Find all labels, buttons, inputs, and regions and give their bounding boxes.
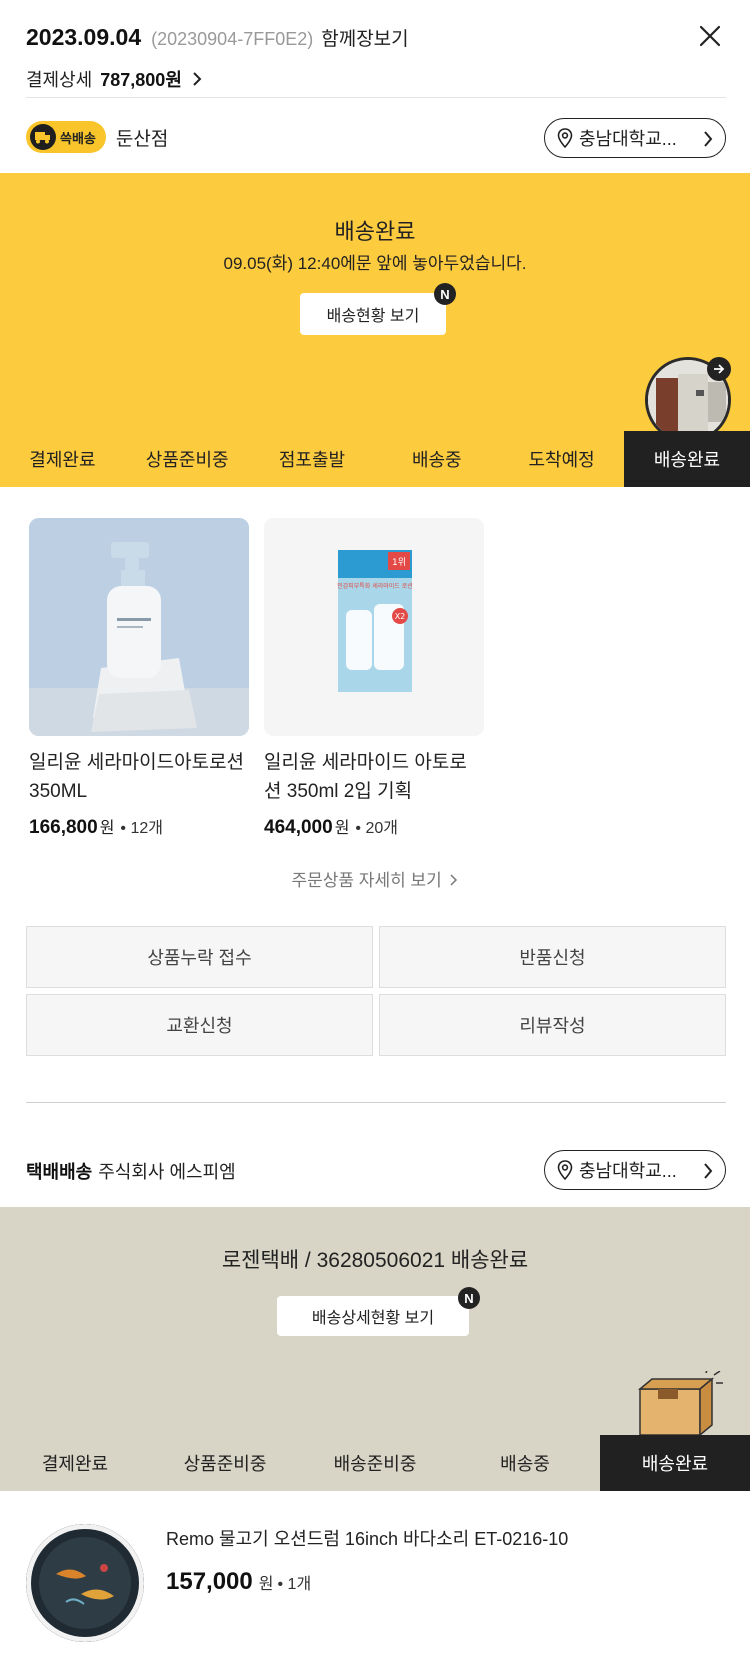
product-card[interactable]: 1위 민감피부특화 세라마이드 로션 X2 일리윤 세라마이드 아토로션 350… — [264, 518, 484, 839]
payment-detail-link[interactable]: 결제상세 787,800원 — [26, 66, 202, 92]
product-image[interactable]: 1위 민감피부특화 세라마이드 로션 X2 — [264, 518, 484, 736]
parcel-tracking-info: 로젠택배 / 36280506021 배송완료 — [221, 1249, 529, 1272]
location-pin-icon — [557, 1160, 573, 1180]
product-price-unit: 원 — [334, 820, 350, 837]
step-delivered: 배송완료 — [600, 1435, 750, 1491]
shared-cart-link[interactable]: 함께장보기 — [321, 24, 408, 51]
product-name: 일리윤 세라마이드아토로션350ML — [29, 752, 245, 802]
parcel-item-price-value: 157,000 — [166, 1568, 253, 1595]
address-label: 충남대학교... — [579, 129, 677, 149]
payment-amount: 787,800원 — [100, 70, 182, 90]
parcel-company: 주식회사 에스피엠 — [98, 1162, 236, 1182]
write-review-button[interactable]: 리뷰작성 — [379, 994, 726, 1056]
step-payment-complete: 결제완료 — [41, 1454, 109, 1474]
section-divider — [26, 1102, 726, 1103]
track-delivery-button[interactable]: 배송현황 보기 — [300, 293, 446, 335]
step-delivered: 배송완료 — [623, 431, 750, 487]
store-name: 둔산점 — [115, 128, 169, 150]
delivery-steps: 결제완료 상품준비중 점포출발 배송중 도착예정 배송완료 — [0, 431, 750, 487]
parcel-item-price-unit: 원 — [258, 1576, 274, 1593]
arrow-right-icon[interactable] — [707, 357, 731, 381]
order-date: 2023.09.04 — [26, 24, 142, 50]
exchange-request-button[interactable]: 교환신청 — [26, 994, 373, 1056]
step-payment-complete: 결제완료 — [29, 450, 96, 470]
product-box-badge: X2 — [395, 612, 406, 621]
order-code: (20230904-7FF0E2) — [151, 29, 314, 49]
quick-delivery-label: 쓱배송 — [60, 130, 96, 146]
step-arrival-expected: 도착예정 — [528, 450, 595, 470]
delivery-status-title: 배송완료 — [334, 219, 416, 244]
quick-delivery-badge: 쓱배송 — [26, 121, 106, 153]
product-price-value: 464,000 — [264, 817, 333, 838]
chevron-right-icon — [704, 1163, 713, 1179]
parcel-item-image[interactable] — [26, 1524, 144, 1642]
step-in-transit: 배송중 — [411, 450, 462, 470]
chevron-right-icon — [450, 874, 458, 886]
parcel-header-row: 택배배송 주식회사 에스피엠 충남대학교... — [26, 1150, 726, 1192]
payment-label: 결제상세 — [26, 70, 93, 90]
chevron-right-icon — [704, 131, 713, 147]
product-quantity: • 12개 — [120, 820, 163, 837]
product-image[interactable] — [29, 518, 249, 736]
parcel-address-label: 충남대학교... — [579, 1161, 677, 1181]
product-price-unit: 원 — [99, 820, 115, 837]
parcel-detail-button[interactable]: 배송상세현황 보기 — [277, 1296, 469, 1336]
product-box-headline: 민감피부특화 세라마이드 로션 — [337, 582, 413, 590]
store-row: 쓱배송 둔산점 충남대학교... — [26, 116, 726, 158]
delivery-status-banner: 배송완료 09.05(화) 12:40에문 앞에 놓아두었습니다. 배송현황 보… — [0, 173, 750, 443]
step-in-transit: 배송중 — [500, 1454, 550, 1474]
parcel-box-icon — [637, 1371, 723, 1435]
address-button[interactable]: 충남대학교... — [544, 118, 726, 158]
step-shipping-prep: 배송준비중 — [333, 1454, 417, 1474]
order-detail-link[interactable]: 주문상품 자세히 보기 — [0, 866, 750, 891]
product-price: 166,800 원 • 12개 — [29, 814, 249, 839]
step-store-departure: 점포출발 — [278, 450, 346, 470]
missing-item-report-button[interactable]: 상품누락 접수 — [26, 926, 373, 988]
product-card[interactable]: 일리윤 세라마이드아토로션350ML 166,800 원 • 12개 — [29, 518, 249, 839]
product-price-value: 166,800 — [29, 817, 98, 838]
return-request-button[interactable]: 반품신청 — [379, 926, 726, 988]
parcel-item-quantity: • 1개 — [277, 1576, 312, 1593]
order-detail-label: 주문상품 자세히 보기 — [291, 871, 442, 890]
location-pin-icon — [557, 128, 573, 148]
parcel-steps: 결제완료 상품준비중 배송준비중 배송중 배송완료 — [0, 1435, 750, 1491]
order-title-row: 2023.09.04 (20230904-7FF0E2) 함께장보기 — [26, 24, 409, 51]
step-preparing: 상품준비중 — [183, 1454, 267, 1474]
delivery-truck-icon — [30, 124, 56, 150]
delivery-status-message: 09.05(화) 12:40에문 앞에 놓아두었습니다. — [223, 254, 527, 273]
product-quantity: • 20개 — [355, 820, 398, 837]
parcel-status-banner: 로젠택배 / 36280506021 배송완료 배송상세현황 보기 N — [0, 1207, 750, 1435]
new-badge: N — [434, 283, 456, 305]
parcel-item-name: Remo 물고기 오션드럼 16inch 바다소리 ET-0216-10 — [166, 1529, 569, 1549]
new-badge: N — [458, 1287, 480, 1309]
product-name: 일리윤 세라마이드 아토로션 350ml 2입 기획 — [264, 752, 467, 802]
order-header: 2023.09.04 (20230904-7FF0E2) 함께장보기 결제상세 … — [26, 0, 726, 98]
step-preparing: 상품준비중 — [145, 450, 229, 470]
parcel-type-label: 택배배송 — [26, 1162, 93, 1182]
close-icon[interactable] — [696, 22, 724, 50]
parcel-item-price: 157,000 원 • 1개 — [166, 1568, 311, 1596]
chevron-right-icon — [193, 72, 202, 86]
product-price: 464,000 원 • 20개 — [264, 814, 484, 839]
parcel-address-button[interactable]: 충남대학교... — [544, 1150, 726, 1190]
product-box-rank: 1위 — [392, 557, 406, 568]
